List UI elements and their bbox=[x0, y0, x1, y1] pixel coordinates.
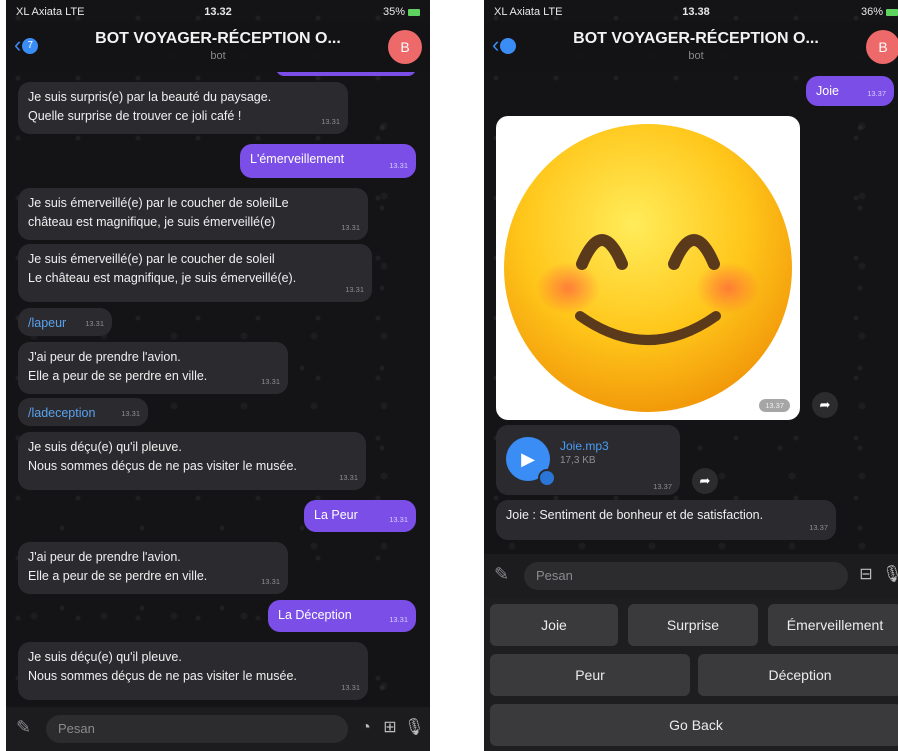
message-time: 13.37 bbox=[653, 482, 672, 491]
message-time: 13.31 bbox=[339, 473, 358, 482]
message-bubble[interactable]: J'ai peur de prendre l'avion. Elle a peu… bbox=[18, 342, 288, 394]
message-bubble[interactable]: Je suis déçu(e) qu'il pleuve. Nous somme… bbox=[18, 642, 368, 700]
message-time: 13.31 bbox=[121, 409, 140, 418]
avatar[interactable]: B bbox=[866, 30, 898, 64]
chat-title: BOT VOYAGER-RÉCEPTION O... bbox=[95, 30, 341, 47]
message-time: 13.31 bbox=[345, 285, 364, 294]
smiling-face-icon bbox=[504, 124, 792, 412]
avatar[interactable]: B bbox=[388, 30, 422, 64]
paperclip-icon[interactable]: ✎ bbox=[494, 564, 512, 586]
keyboard-button-emerveillement[interactable]: Émerveillement bbox=[768, 604, 898, 646]
message-time: 13.31 bbox=[389, 615, 408, 624]
back-button[interactable]: ‹ bbox=[492, 32, 517, 57]
message-text: J'ai peur de prendre l'avion. Elle a peu… bbox=[28, 550, 208, 583]
chat-header: ‹ 7 BOT VOYAGER-RÉCEPTION O... bot B bbox=[6, 22, 430, 72]
microphone-icon[interactable]: 🎙 bbox=[404, 718, 424, 738]
message-bubble[interactable]: La Peur 13.31 bbox=[304, 500, 416, 532]
bot-keyboard: Joie Surprise Émerveillement Peur Décept… bbox=[484, 598, 898, 751]
message-time: 13.31 bbox=[389, 515, 408, 524]
message-text: Je suis déçu(e) qu'il pleuve. Nous somme… bbox=[28, 650, 297, 683]
keyboard-toggle-icon[interactable]: ⊞ bbox=[380, 718, 400, 738]
chat-title: BOT VOYAGER-RÉCEPTION O... bbox=[573, 30, 819, 47]
message-input[interactable]: Pesan bbox=[46, 715, 348, 743]
chat-title-area[interactable]: BOT VOYAGER-RÉCEPTION O... bot bbox=[544, 30, 848, 62]
chat-screen-left: XL Axiata LTE 13.32 35% ‹ 7 BOT VOYAGER-R… bbox=[6, 0, 430, 751]
message-time: 13.31 bbox=[261, 577, 280, 586]
message-bubble[interactable]: Je suis déçu(e) qu'il pleuve. Nous somme… bbox=[18, 432, 366, 490]
microphone-icon[interactable]: 🎙 bbox=[882, 565, 898, 585]
status-bar: XL Axiata LTE 13.32 35% bbox=[6, 0, 430, 22]
message-time: 13.31 bbox=[85, 319, 104, 328]
clock: 13.32 bbox=[204, 6, 232, 18]
message-bubble[interactable]: L'émerveillement 13.31 bbox=[240, 144, 416, 178]
status-bar: XL Axiata LTE 13.38 36% bbox=[484, 0, 898, 22]
message-text: J'ai peur de prendre l'avion. Elle a peu… bbox=[28, 350, 208, 383]
message-time: 13.31 bbox=[389, 161, 408, 170]
message-bubble[interactable]: /lapeur 13.31 bbox=[18, 308, 112, 336]
chevron-left-icon: ‹ bbox=[14, 32, 22, 57]
message-text: L'émerveillement bbox=[250, 152, 345, 166]
keyboard-toggle-icon[interactable]: ⊟ bbox=[856, 565, 876, 585]
clock: 13.38 bbox=[682, 6, 710, 18]
message-time: 13.37 bbox=[867, 89, 886, 98]
battery-percent: 35% bbox=[382, 6, 405, 18]
chevron-left-icon: ‹ bbox=[492, 32, 500, 57]
message-bubble[interactable]: La Déception 13.31 bbox=[268, 600, 416, 632]
input-bar: ✎ Pesan ◔ ⊞ 🎙 bbox=[6, 707, 430, 751]
message-time: 13.37 bbox=[759, 399, 790, 412]
keyboard-button-go-back[interactable]: Go Back bbox=[490, 704, 898, 746]
battery-icon bbox=[408, 8, 420, 16]
sticker-icon[interactable]: ◔ bbox=[356, 718, 376, 738]
message-time: 13.37 bbox=[809, 523, 828, 532]
message-text: Je suis émerveillé(e) par le coucher de … bbox=[28, 252, 297, 285]
chat-subtitle: bot bbox=[688, 50, 704, 62]
message-bubble[interactable]: Joie 13.37 bbox=[806, 76, 894, 106]
audio-message[interactable]: ▶ Joie.mp3 17,3 KB 13.37 bbox=[496, 425, 680, 495]
battery-icon bbox=[886, 8, 898, 16]
message-bubble[interactable]: Joie : Sentiment de bonheur et de satisf… bbox=[496, 500, 836, 540]
message-input[interactable]: Pesan bbox=[524, 562, 848, 590]
message-bubble[interactable]: /ladeception 13.31 bbox=[18, 398, 148, 426]
message-text: Je suis surpris(e) par la beauté du pays… bbox=[28, 90, 272, 123]
message-text: Je suis déçu(e) qu'il pleuve. Nous somme… bbox=[28, 440, 297, 473]
message-bubble[interactable]: Je suis émerveillé(e) par le coucher de … bbox=[18, 188, 368, 240]
message-list: Joie 13.37 13.37 ➦ ▶ Joie.mp3 17,3 KB 13… bbox=[484, 72, 898, 598]
paperclip-icon[interactable]: ✎ bbox=[16, 717, 34, 739]
keyboard-button-surprise[interactable]: Surprise bbox=[628, 604, 758, 646]
message-time: 13.31 bbox=[321, 117, 340, 126]
audio-filename: Joie.mp3 bbox=[560, 439, 609, 453]
battery-indicator: 36% bbox=[861, 6, 898, 18]
keyboard-button-deception[interactable]: Déception bbox=[698, 654, 898, 696]
message-bubble[interactable]: J'ai peur de prendre l'avion. Elle a peu… bbox=[18, 542, 288, 594]
input-bar: ✎ Pesan ⊟ 🎙 bbox=[484, 554, 898, 598]
chat-header: ‹ BOT VOYAGER-RÉCEPTION O... bot B bbox=[484, 22, 898, 72]
message-text: La Déception bbox=[278, 608, 352, 622]
message-time: 13.31 bbox=[261, 377, 280, 386]
keyboard-button-peur[interactable]: Peur bbox=[490, 654, 690, 696]
battery-percent: 36% bbox=[860, 6, 883, 18]
battery-indicator: 35% bbox=[383, 6, 420, 18]
keyboard-button-joie[interactable]: Joie bbox=[490, 604, 618, 646]
unread-badge: 7 bbox=[22, 38, 39, 55]
emoji-image[interactable]: 13.37 bbox=[496, 116, 800, 420]
message-text: Joie : Sentiment de bonheur et de satisf… bbox=[506, 508, 764, 522]
message-time: 13.31 bbox=[341, 223, 360, 232]
message-bubble[interactable]: Je suis surpris(e) par la beauté du pays… bbox=[18, 82, 348, 134]
chat-title-area[interactable]: BOT VOYAGER-RÉCEPTION O... bot bbox=[66, 30, 370, 62]
share-icon[interactable]: ➦ bbox=[692, 468, 718, 494]
message-list: Je suis surpris(e) par la beauté du pays… bbox=[6, 72, 430, 707]
message-bubble-partial bbox=[276, 72, 416, 76]
chat-screen-right: XL Axiata LTE 13.38 36% ‹ BOT VOYAGER-RÉ… bbox=[484, 0, 898, 751]
message-time: 13.31 bbox=[341, 683, 360, 692]
message-text: Je suis émerveillé(e) par le coucher de … bbox=[28, 196, 289, 229]
audio-size: 17,3 KB bbox=[560, 455, 596, 466]
unread-badge bbox=[500, 38, 517, 55]
back-button[interactable]: ‹ 7 bbox=[14, 32, 39, 57]
share-icon[interactable]: ➦ bbox=[812, 392, 838, 418]
message-bubble[interactable]: Je suis émerveillé(e) par le coucher de … bbox=[18, 244, 372, 302]
chat-subtitle: bot bbox=[210, 50, 226, 62]
download-icon bbox=[538, 469, 556, 487]
